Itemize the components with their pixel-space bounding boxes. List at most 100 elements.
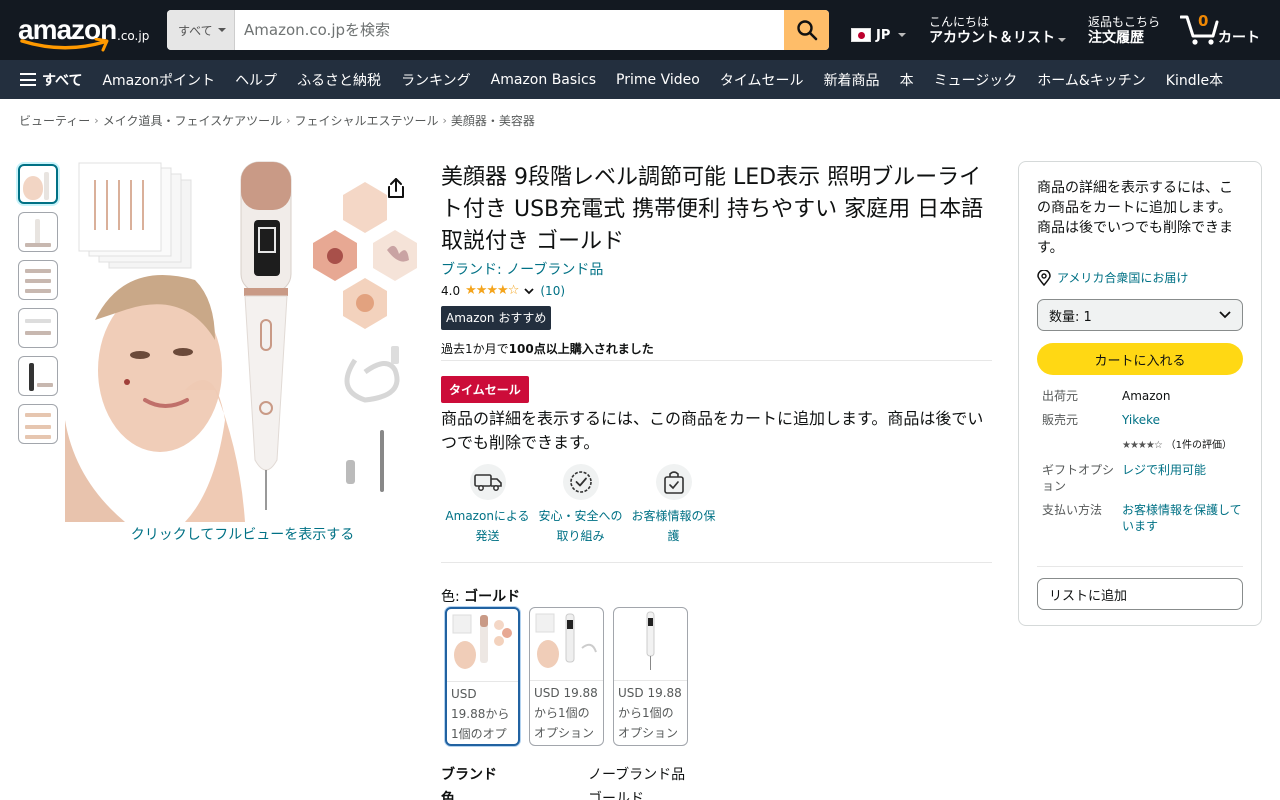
payment-value[interactable]: お客様情報を保護しています <box>1122 502 1242 534</box>
brand-link[interactable]: ブランド: ノーブランド品 <box>441 259 603 279</box>
swatch-price-text: USD 19.88から1個のオプション <box>451 687 510 741</box>
spec-value: ゴールド <box>588 791 644 800</box>
account-lists-menu[interactable]: こんにちは アカウント＆リスト <box>929 15 1066 47</box>
spec-key: 色 <box>441 791 455 800</box>
search-category-label: すべて <box>178 23 213 38</box>
smile-arrow-icon <box>20 38 109 52</box>
divider <box>441 562 992 563</box>
nav-link-points[interactable]: Amazonポイント <box>102 70 215 90</box>
thumbnail-1[interactable] <box>18 164 58 204</box>
divider <box>441 360 992 361</box>
all-menu-label: すべて <box>42 72 83 89</box>
spec-value: ノーブランド品 <box>588 767 686 783</box>
shield-check-icon <box>569 471 592 493</box>
orders-label: 注文履歴 <box>1088 30 1144 46</box>
nav-link-ranking[interactable]: ランキング <box>401 70 471 90</box>
caret-down-icon <box>217 28 226 32</box>
spec-row: ブランド ノーブランド品 <box>441 764 685 788</box>
swatch-option-2[interactable]: USD 19.88から1個のオプション <box>529 607 604 746</box>
nav-link-prime-video[interactable]: Prime Video <box>616 72 700 88</box>
amazon-logo[interactable]: amazon .co.jp <box>18 10 158 52</box>
gift-option-key: ギフトオプション <box>1042 463 1115 493</box>
feature-safety[interactable]: 安心・安全への取り組み <box>534 464 627 546</box>
deliver-to-label: アメリカ合衆国にお届け <box>1057 271 1189 285</box>
add-to-list-button[interactable]: リストに追加 <box>1037 578 1243 610</box>
search-bar: すべて <box>167 10 829 50</box>
nav-link-help[interactable]: ヘルプ <box>235 70 277 90</box>
thumbnail-2[interactable] <box>18 212 58 252</box>
add-to-cart-button[interactable]: カートに入れる <box>1037 343 1243 375</box>
seller-rating[interactable]: ★★★★☆ （1件の評価） <box>1122 436 1242 454</box>
nav-link-timesale[interactable]: タイムセール <box>720 70 804 90</box>
nav-link-new[interactable]: 新着商品 <box>824 70 880 90</box>
thumbnail-4[interactable] <box>18 308 58 348</box>
search-category-dropdown[interactable]: すべて <box>167 10 235 50</box>
quantity-value: 1 <box>1083 309 1092 325</box>
buybox-message: 商品の詳細を表示するには、この商品をカートに追加します。商品は後でいつでも削除で… <box>1037 180 1233 256</box>
nav-link-furusato[interactable]: ふるさと納税 <box>297 70 381 90</box>
caret-down-icon <box>1058 38 1066 42</box>
payment-key: 支払い方法 <box>1042 503 1103 517</box>
breadcrumb-item[interactable]: フェイシャルエステツール <box>295 112 439 129</box>
search-button[interactable] <box>784 10 829 50</box>
breadcrumb-item[interactable]: 美顔器・美容器 <box>451 112 535 129</box>
breadcrumb-item[interactable]: ビューティー <box>19 112 90 129</box>
review-count-link[interactable]: (10) <box>540 284 565 298</box>
share-icon[interactable] <box>384 176 408 200</box>
feature-amazon-ships[interactable]: Amazonによる発送 <box>441 464 534 546</box>
cart-count: 0 <box>1198 12 1209 30</box>
account-greeting: こんにちは <box>929 15 990 29</box>
search-icon <box>796 20 817 41</box>
amazon-choice-badge: Amazon おすすめ <box>441 306 552 330</box>
search-input[interactable] <box>235 10 784 50</box>
gift-option-value[interactable]: レジで利用可能 <box>1122 462 1242 494</box>
product-specs-table: ブランド ノーブランド品 色 ゴールド <box>441 764 685 800</box>
nav-link-home-kitchen[interactable]: ホーム&キッチン <box>1037 70 1146 90</box>
seller-rating-row: ★★★★☆ （1件の評価） <box>1042 436 1242 454</box>
location-pin-icon <box>1037 269 1051 286</box>
breadcrumb: ビューティー › メイク道具・フェイスケアツール › フェイシャルエステツール … <box>19 112 535 129</box>
thumbnail-5[interactable] <box>18 356 58 396</box>
swatch-image <box>447 609 518 682</box>
buybox-info-table: 出荷元 Amazon 販売元 Yikeke ★★★★☆ （1件の評価） ギフトオ… <box>1042 388 1242 542</box>
feature-label: お客様情報の保護 <box>631 509 716 543</box>
feature-secure[interactable]: お客様情報の保護 <box>627 464 720 546</box>
payment-row: 支払い方法 お客様情報を保護しています <box>1042 502 1242 534</box>
quantity-select[interactable]: 数量: 1 <box>1037 299 1243 331</box>
breadcrumb-item[interactable]: メイク道具・フェイスケアツール <box>103 112 282 129</box>
sold-by-key: 販売元 <box>1042 413 1079 427</box>
main-product-image[interactable] <box>65 160 420 522</box>
full-view-link[interactable]: クリックしてフルビューを表示する <box>65 524 420 544</box>
logo-tld: .co.jp <box>117 29 150 43</box>
nav-link-kindle[interactable]: Kindle本 <box>1166 70 1223 90</box>
buy-box: 商品の詳細を表示するには、この商品をカートに追加します。商品は後でいつでも削除で… <box>1018 161 1262 626</box>
rating-row: 4.0 ★★★★☆ (10) <box>441 283 565 298</box>
cart-link[interactable]: 0 カート <box>1180 12 1270 48</box>
swatch-price-text: USD 19.88から1個のオプション <box>618 686 682 740</box>
nav-link-music[interactable]: ミュージック <box>934 70 1018 90</box>
divider <box>1037 566 1243 567</box>
chevron-down-icon[interactable] <box>523 285 535 297</box>
swatch-option-1[interactable]: USD 19.88から1個のオプション <box>445 607 520 746</box>
image-thumbnails <box>18 164 58 452</box>
nav-link-books[interactable]: 本 <box>900 70 914 90</box>
rating-value: 4.0 <box>441 283 461 298</box>
caret-down-icon <box>898 33 907 37</box>
seller-link[interactable]: Yikeke <box>1122 412 1242 428</box>
nav-link-basics[interactable]: Amazon Basics <box>491 72 596 88</box>
spec-row: 色 ゴールド <box>441 788 685 800</box>
language-selector[interactable]: JP <box>851 24 907 46</box>
swatch-image <box>614 608 687 681</box>
japan-flag-icon <box>851 28 871 42</box>
thumbnail-6[interactable] <box>18 404 58 444</box>
product-title: 美顔器 9段階レベル調節可能 LED表示 照明ブルーライト付き USB充電式 携… <box>441 165 984 254</box>
swatch-option-3[interactable]: USD 19.88から1個のオプション <box>613 607 688 746</box>
truck-icon <box>473 474 502 491</box>
selected-color: ゴールド <box>464 589 521 605</box>
all-menu-button[interactable]: すべて <box>20 70 82 90</box>
star-rating-icon[interactable]: ★★★★☆ <box>465 283 519 298</box>
returns-orders-link[interactable]: 返品もこちら 注文履歴 <box>1088 15 1160 47</box>
feature-label: Amazonによる発送 <box>445 509 530 543</box>
thumbnail-3[interactable] <box>18 260 58 300</box>
deliver-to-link[interactable]: アメリカ合衆国にお届け <box>1037 269 1188 286</box>
